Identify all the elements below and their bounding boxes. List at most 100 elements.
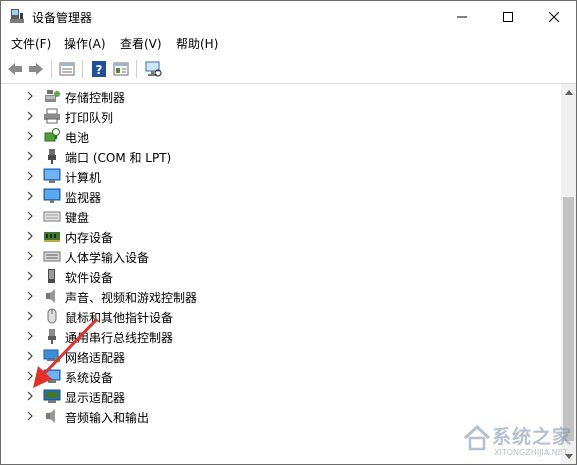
menu-file[interactable]: 文件(F) bbox=[11, 35, 51, 52]
chevron-right-icon[interactable] bbox=[25, 271, 35, 281]
tree-item-label: 鼠标和其他指针设备 bbox=[65, 311, 174, 325]
tree-item[interactable]: 音频输入和输出 bbox=[1, 406, 541, 426]
tree-item-label: 软件设备 bbox=[65, 271, 114, 285]
minimize-icon bbox=[456, 16, 467, 17]
display-adapter-icon bbox=[43, 389, 61, 403]
tree-item-label: 声音、视频和游戏控制器 bbox=[65, 291, 198, 305]
tree-item[interactable]: 鼠标和其他指针设备 bbox=[1, 306, 541, 326]
tree-item-label: 监视器 bbox=[65, 191, 102, 205]
tree-item-label: 人体学输入设备 bbox=[65, 251, 150, 265]
computer-icon bbox=[43, 168, 61, 183]
toolbar-separator bbox=[136, 60, 137, 78]
tree-item-label: 网络适配器 bbox=[65, 351, 126, 365]
watermark-text: 系统之家 bbox=[492, 426, 573, 448]
tree-item[interactable]: 端口 (COM 和 LPT) bbox=[1, 146, 541, 166]
tree-item[interactable]: 存储控制器 bbox=[1, 86, 541, 106]
chevron-up-icon bbox=[564, 89, 573, 95]
title-bar: 设备管理器 bbox=[1, 1, 576, 32]
network-icon bbox=[43, 349, 60, 362]
maximize-icon bbox=[502, 11, 513, 22]
toolbar-separator bbox=[51, 60, 52, 78]
tree-item-label: 存储控制器 bbox=[65, 91, 126, 105]
vertical-scrollbar[interactable] bbox=[561, 84, 576, 464]
help-button[interactable]: ? bbox=[90, 60, 108, 78]
toolbar-separator bbox=[82, 60, 83, 78]
chevron-right-icon[interactable] bbox=[25, 291, 35, 301]
tree-item[interactable]: 软件设备 bbox=[1, 266, 541, 286]
tree-item[interactable]: 键盘 bbox=[1, 206, 541, 226]
close-icon bbox=[548, 11, 559, 22]
scan-hardware-button[interactable] bbox=[144, 60, 162, 78]
chevron-right-icon[interactable] bbox=[25, 91, 35, 101]
usb-icon bbox=[48, 329, 56, 344]
tree-item-label: 音频输入和输出 bbox=[65, 411, 150, 425]
minimize-button[interactable] bbox=[439, 1, 484, 32]
tree-item[interactable]: 内存设备 bbox=[1, 226, 541, 246]
tree-item[interactable]: 显示适配器 bbox=[1, 386, 541, 406]
mouse-icon bbox=[47, 308, 57, 324]
back-icon bbox=[8, 63, 22, 75]
monitor-icon bbox=[43, 188, 61, 203]
tree-item[interactable]: 监视器 bbox=[1, 186, 541, 206]
tree-item-label: 打印队列 bbox=[65, 111, 114, 125]
tree-item-label: 电池 bbox=[65, 131, 90, 145]
tree-item[interactable]: 声音、视频和游戏控制器 bbox=[1, 286, 541, 306]
tree-item[interactable]: 电池 bbox=[1, 126, 541, 146]
help-icon: ? bbox=[92, 61, 106, 77]
window-title: 设备管理器 bbox=[32, 11, 93, 25]
chevron-right-icon[interactable] bbox=[25, 111, 35, 121]
tree-item[interactable]: 打印队列 bbox=[1, 106, 541, 126]
tree-item-label: 通用串行总线控制器 bbox=[65, 331, 174, 345]
chevron-right-icon[interactable] bbox=[25, 251, 35, 261]
chevron-right-icon[interactable] bbox=[25, 131, 35, 141]
software-device-icon bbox=[48, 269, 55, 283]
keyboard-icon bbox=[43, 211, 61, 222]
scrollbar-thumb[interactable] bbox=[563, 197, 574, 441]
watermark-subtext: XITONGZHIJIA.NET bbox=[494, 448, 568, 457]
memory-icon bbox=[44, 232, 60, 242]
speaker-icon bbox=[46, 289, 55, 303]
chevron-right-icon[interactable] bbox=[25, 311, 35, 321]
house-logo-icon bbox=[463, 424, 491, 451]
printer-icon bbox=[44, 108, 60, 124]
tree-item[interactable]: 通用串行总线控制器 bbox=[1, 326, 541, 346]
maximize-button[interactable] bbox=[485, 1, 530, 32]
close-button[interactable] bbox=[531, 1, 576, 32]
chevron-right-icon[interactable] bbox=[25, 391, 35, 401]
tree-item-label: 显示适配器 bbox=[65, 391, 126, 405]
view-button[interactable] bbox=[112, 60, 130, 78]
back-button[interactable] bbox=[6, 60, 24, 78]
chevron-right-icon[interactable] bbox=[25, 371, 35, 381]
tree-item[interactable]: 网络适配器 bbox=[1, 346, 541, 366]
properties-icon bbox=[59, 62, 75, 76]
properties-button[interactable] bbox=[58, 60, 76, 78]
view-icon bbox=[113, 62, 129, 76]
tree-item-label: 端口 (COM 和 LPT) bbox=[65, 151, 172, 165]
device-manager-window: 设备管理器 文件(F) 操作(A) 查看(V) 帮助(H) ? 存储控制器 打印… bbox=[0, 0, 577, 465]
svg-text:?: ? bbox=[96, 63, 103, 77]
chevron-right-icon[interactable] bbox=[25, 411, 35, 421]
device-manager-app-icon bbox=[10, 9, 24, 23]
watermark-logo: 系统之家 XITONGZHIJIA.NET bbox=[462, 418, 574, 462]
menu-bar: 文件(F) 操作(A) 查看(V) 帮助(H) bbox=[1, 32, 576, 54]
tree-item[interactable]: 人体学输入设备 bbox=[1, 246, 541, 266]
chevron-right-icon[interactable] bbox=[25, 351, 35, 361]
scroll-up-button[interactable] bbox=[561, 84, 576, 100]
menu-view[interactable]: 查看(V) bbox=[120, 35, 162, 52]
chevron-right-icon[interactable] bbox=[25, 191, 35, 201]
chevron-right-icon[interactable] bbox=[25, 171, 35, 181]
tree-item[interactable]: 系统设备 bbox=[1, 366, 541, 386]
tree-item-label: 内存设备 bbox=[65, 231, 114, 245]
audio-io-icon bbox=[46, 409, 55, 423]
tree-item[interactable]: 计算机 bbox=[1, 166, 541, 186]
menu-action[interactable]: 操作(A) bbox=[64, 35, 106, 52]
chevron-right-icon[interactable] bbox=[25, 231, 35, 241]
forward-button[interactable] bbox=[27, 60, 45, 78]
tree-item-label: 键盘 bbox=[65, 211, 90, 225]
menu-help[interactable]: 帮助(H) bbox=[176, 35, 218, 52]
chevron-right-icon[interactable] bbox=[25, 331, 35, 341]
system-device-icon bbox=[43, 369, 61, 383]
scan-hardware-icon bbox=[145, 61, 162, 77]
chevron-right-icon[interactable] bbox=[25, 151, 35, 161]
chevron-right-icon[interactable] bbox=[25, 211, 35, 221]
